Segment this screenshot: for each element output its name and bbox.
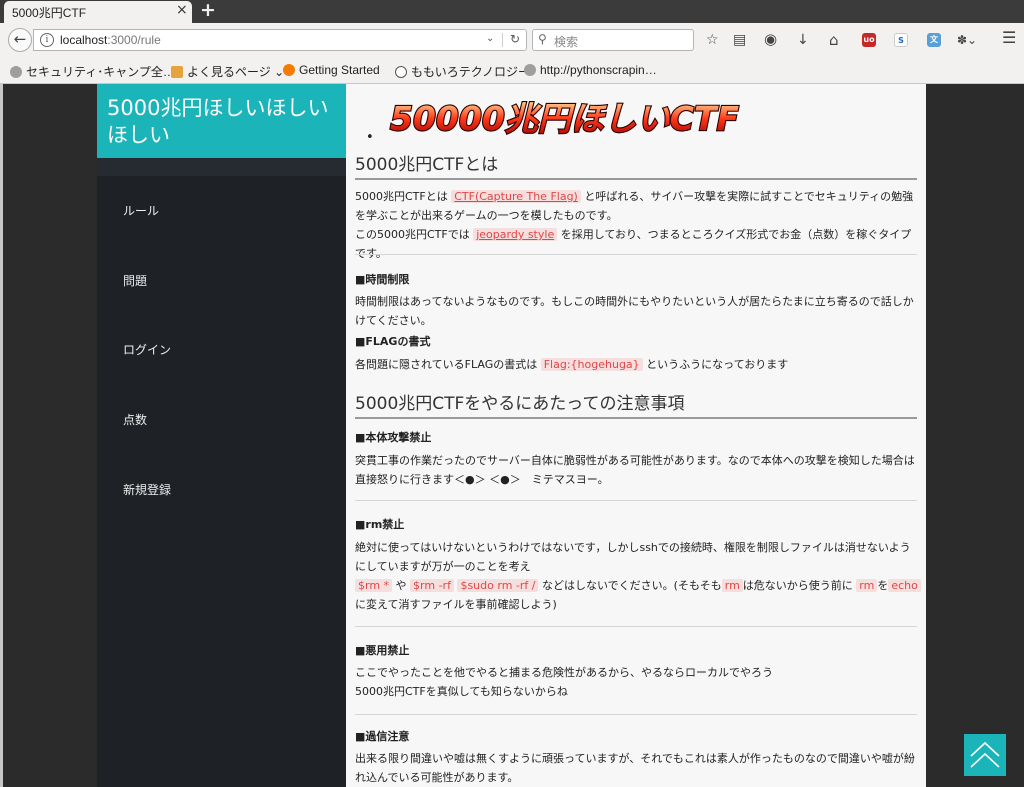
reload-icon[interactable]: ↻ [510, 32, 520, 46]
code-rm: rm [721, 579, 743, 592]
info-icon[interactable]: i [40, 33, 54, 47]
bookmark-item[interactable]: セキュリティ･キャンプ全… [10, 63, 175, 80]
code-sudo-rm: $sudo rm -rf / [457, 579, 539, 592]
tab-bar: 5000兆円CTF × + [0, 0, 1024, 23]
bookmark-item[interactable]: http://pythonscrapin… [524, 63, 657, 77]
bookmark-folder[interactable]: よく見るページ ⌄ [171, 63, 284, 80]
ublock-icon[interactable]: uo [862, 33, 876, 47]
sidebar-item-register[interactable]: 新規登録 [123, 481, 171, 498]
search-placeholder: 検索 [554, 35, 579, 49]
browser-tab[interactable]: 5000兆円CTF × [4, 1, 192, 23]
section-title-notes: 5000兆円CTFをやるにあたっての注意事項 [355, 389, 917, 419]
divider [355, 254, 917, 255]
overtrust-heading: ■過信注意 [355, 730, 410, 743]
bookmark-star-icon[interactable]: ☆ [706, 31, 719, 49]
scroll-to-top-button[interactable] [964, 734, 1006, 776]
page-edge [0, 84, 3, 787]
tab-title: 5000兆円CTF [12, 6, 87, 20]
overtrust-paragraph: 出来る限り間違いや嘘は無くすように頑張っていますが、それでもこれは素人が作ったも… [355, 752, 915, 784]
time-limit-heading: ■時間制限 [355, 273, 410, 286]
info-icon [395, 66, 407, 78]
back-arrow-icon[interactable]: ← [8, 28, 32, 52]
brand-divider [97, 158, 346, 176]
divider [355, 626, 917, 627]
logo-text: 50000兆円ほしいCTF [390, 99, 740, 138]
code-rm: rm [856, 579, 878, 592]
chevron-up-icon [970, 741, 1000, 768]
bookmarks-bar: セキュリティ･キャンプ全… よく見るページ ⌄ Getting Started … [0, 59, 1024, 84]
main-content: 50000兆円ほしいCTF • 5000兆円CTFとは 5000兆円CTFとは … [346, 84, 926, 787]
search-input[interactable]: ⚲ 検索 [532, 29, 694, 51]
code-echo: echo [888, 579, 921, 592]
search-icon: ⚲ [538, 32, 547, 46]
sidebar: 5000兆円ほしいほしいほしい ルール 問題 ログイン 点数 新規登録 [97, 84, 346, 787]
flag-format-code: Flag:{hogehuga} [540, 358, 643, 371]
bookmark-item[interactable]: ももいろテクノロジー [395, 63, 530, 80]
chevron-down-icon[interactable]: ⌄ [486, 33, 494, 44]
divider [355, 714, 917, 715]
time-limit-paragraph: 時間制限はあってないようなものです。もしこの時間外にもやりたいという人が居たらた… [355, 295, 914, 327]
pocket-icon[interactable]: ◉ [764, 30, 777, 48]
url-text[interactable]: localhost:3000/rule [60, 33, 161, 47]
globe-icon [524, 64, 536, 76]
list-bullet: • [366, 130, 374, 145]
ctf-link[interactable]: CTF(Capture The Flag) [451, 190, 581, 203]
extension-ant-icon[interactable]: ✽⌄ [957, 31, 977, 49]
rm-ban-heading: ■rm禁止 [355, 518, 405, 531]
translate-icon[interactable]: 文 [927, 33, 941, 47]
navigation-toolbar: ← i localhost:3000/rule ⌄ ↻ ⚲ 検索 ☆ ▤ ◉ ↓… [0, 23, 1024, 59]
flag-format-paragraph: 各問題に隠されているFLAGの書式は Flag:{hogehuga} というふう… [355, 358, 789, 371]
page-background [926, 84, 1024, 787]
intro-paragraph: 5000兆円CTFとは CTF(Capture The Flag) と呼ばれる、… [355, 190, 914, 260]
divider [355, 500, 917, 501]
jeopardy-link[interactable]: jeopardy style [473, 228, 558, 241]
bookmark-item[interactable]: Getting Started [283, 63, 380, 77]
abuse-ban-paragraph: ここでやったことを他でやると捕まる危険性があるから、やるならローカルでやろう 5… [355, 666, 773, 698]
code-rm-rf: $rm -rf [410, 579, 454, 592]
attack-ban-heading: ■本体攻撃禁止 [355, 431, 432, 444]
ctf-logo: 50000兆円ほしいCTF [389, 98, 741, 139]
section-title-about: 5000兆円CTFとは [355, 150, 917, 180]
code-rm-star: $rm * [355, 579, 393, 592]
sidebar-item-score[interactable]: 点数 [123, 411, 147, 428]
reading-list-icon[interactable]: ▤ [733, 31, 746, 49]
firefox-icon [283, 64, 295, 76]
url-separator [502, 33, 503, 47]
globe-icon [10, 66, 22, 78]
rm-ban-paragraph: 絶対に使ってはいけないというわけではないです，しかしsshでの接続時、権限を制限… [355, 538, 921, 614]
attack-ban-paragraph: 突貫工事の作業だったのでサーバー自体に脆弱性がある可能性があります。なので本体へ… [355, 454, 915, 486]
new-tab-button[interactable]: + [200, 0, 216, 21]
flag-format-heading: ■FLAGの書式 [355, 335, 431, 348]
home-icon[interactable]: ⌂ [829, 31, 839, 49]
hamburger-menu-icon[interactable]: ☰ [1002, 29, 1016, 47]
close-tab-icon[interactable]: × [176, 2, 188, 18]
site-brand[interactable]: 5000兆円ほしいほしいほしい [97, 84, 346, 158]
abuse-ban-heading: ■悪用禁止 [355, 644, 410, 657]
sidebar-item-login[interactable]: ログイン [123, 341, 171, 358]
folder-icon [171, 66, 183, 78]
extension-s-icon[interactable]: S [894, 33, 908, 47]
sidebar-item-problems[interactable]: 問題 [123, 272, 147, 289]
download-icon[interactable]: ↓ [797, 31, 809, 49]
sidebar-item-rules[interactable]: ルール [123, 202, 159, 219]
url-bar[interactable]: i localhost:3000/rule ⌄ ↻ [33, 29, 527, 51]
